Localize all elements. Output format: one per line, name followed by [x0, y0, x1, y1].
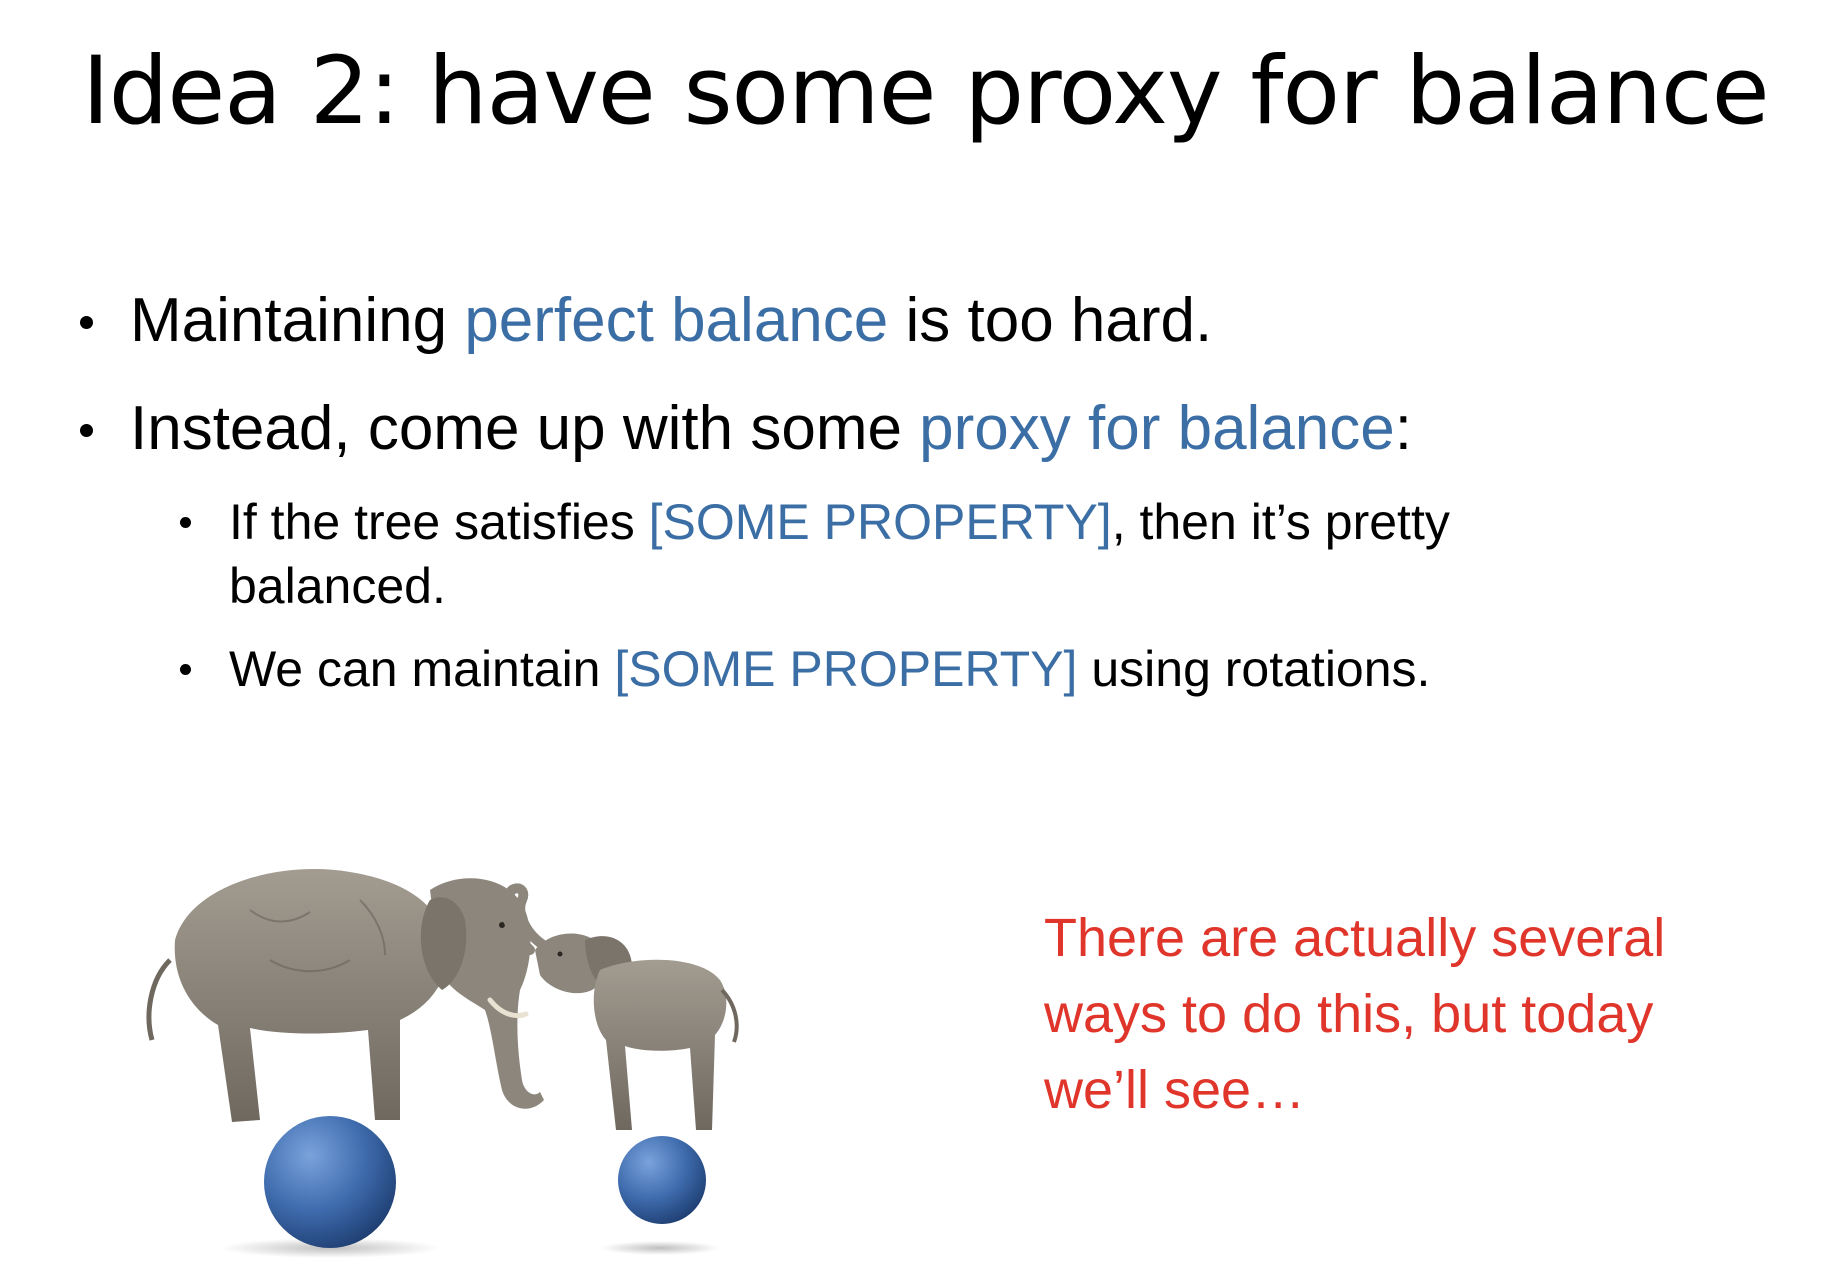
- sub-bullet-dot: [180, 664, 191, 675]
- sub-bullet-1-text: If the tree satisfies [SOME PROPERTY], t…: [229, 494, 1450, 614]
- bullet-dot: [80, 424, 93, 437]
- bullet-2-highlight: proxy for balance: [919, 394, 1395, 463]
- large-elephant: [146, 869, 544, 1122]
- bullet-dot: [80, 316, 93, 329]
- sub-bullet-2-text: We can maintain [SOME PROPERTY] using ro…: [229, 641, 1431, 697]
- small-ball-shadow: [600, 1241, 720, 1255]
- large-blue-ball: [264, 1116, 396, 1248]
- bullet-2-text: Instead, come up with some proxy for bal…: [130, 394, 1413, 463]
- sub-bullet-dot: [180, 517, 191, 528]
- side-note-line-1: There are actually several: [1044, 908, 1666, 968]
- side-note: There are actually several ways to do th…: [1044, 900, 1764, 1128]
- bullet-1-highlight: perfect balance: [464, 286, 889, 355]
- side-note-line-3: we’ll see…: [1044, 1060, 1306, 1120]
- side-note-line-2: ways to do this, but today: [1044, 984, 1654, 1044]
- bullet-1-text: Maintaining perfect balance is too hard.: [130, 286, 1213, 355]
- elephants-balancing-on-balls-icon: [146, 869, 739, 1258]
- slide-title: Idea 2: have some proxy for balance: [82, 37, 1770, 146]
- small-blue-ball: [618, 1136, 706, 1224]
- slide: Idea 2: have some proxy for balance Main…: [0, 0, 1826, 1266]
- sub-bullet-2: We can maintain [SOME PROPERTY] using ro…: [180, 637, 1629, 701]
- sub-bullet-1-highlight: [SOME PROPERTY]: [648, 494, 1112, 550]
- sub-bullet-2-highlight: [SOME PROPERTY]: [614, 641, 1078, 697]
- sub-bullet-1: If the tree satisfies [SOME PROPERTY], t…: [180, 490, 1629, 618]
